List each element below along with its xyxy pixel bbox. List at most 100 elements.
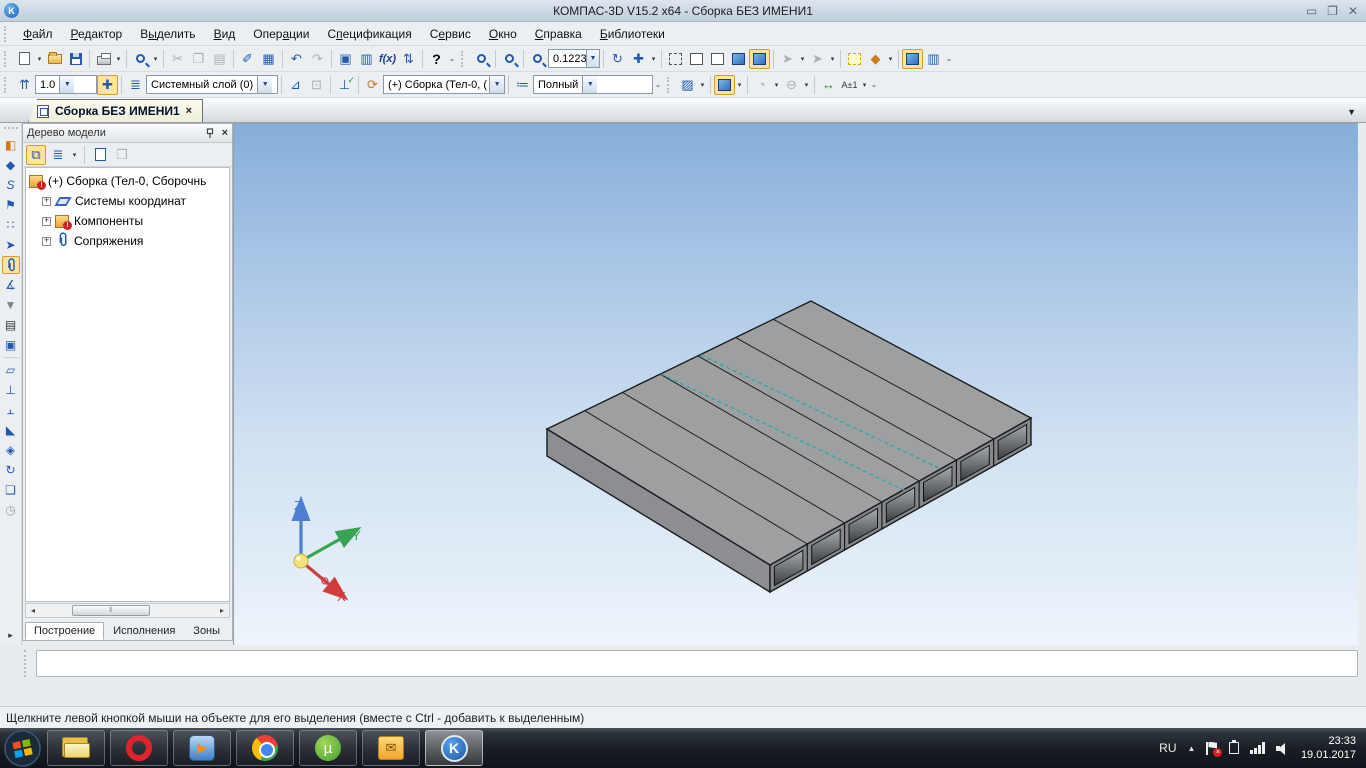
- offset-section-dropdown[interactable]: ▾: [802, 81, 811, 89]
- print-dropdown[interactable]: ▾: [114, 55, 123, 63]
- taskbar-opera-button[interactable]: [110, 730, 168, 766]
- layers-icon[interactable]: ≣: [125, 75, 146, 95]
- scale-dropdown-icon[interactable]: ▼: [585, 50, 599, 67]
- measure-icon[interactable]: ∡: [2, 276, 20, 294]
- hide-in-components-icon[interactable]: ◆: [865, 49, 886, 69]
- power-plug-icon[interactable]: [1229, 740, 1240, 754]
- toolbar-overflow[interactable]: ⌄: [869, 80, 879, 89]
- tree-item-mates[interactable]: Сопряжения: [26, 231, 229, 251]
- hidden-lines-mode-icon[interactable]: [686, 49, 707, 69]
- wireframe-mode-icon[interactable]: [665, 49, 686, 69]
- change-placement-icon[interactable]: ⟳: [362, 75, 383, 95]
- material-dropdown[interactable]: ▾: [698, 81, 707, 89]
- plane-tangent-icon[interactable]: ◈: [2, 441, 20, 459]
- scroll-right-icon[interactable]: ▸: [215, 606, 229, 615]
- menu-service[interactable]: Сервис: [421, 24, 480, 44]
- step-dropdown-icon[interactable]: ▼: [59, 76, 75, 93]
- menu-view[interactable]: Вид: [205, 24, 245, 44]
- save-icon[interactable]: [65, 49, 86, 69]
- mates-paperclip-icon[interactable]: [1, 256, 20, 274]
- menu-select[interactable]: Выделить: [131, 24, 204, 44]
- local-cs-icon[interactable]: ◷: [2, 501, 20, 519]
- close-button[interactable]: ✕: [1348, 5, 1358, 17]
- display-shaded-icon[interactable]: [714, 74, 735, 95]
- print-icon[interactable]: [93, 49, 114, 69]
- pan-icon[interactable]: ✚: [628, 49, 649, 69]
- section-view-dropdown[interactable]: ▾: [772, 81, 781, 89]
- new-document-dropdown[interactable]: ▾: [35, 55, 44, 63]
- display-shaded-dropdown[interactable]: ▾: [735, 81, 744, 89]
- sketch-icon[interactable]: ⊿: [285, 75, 306, 95]
- network-signal-icon[interactable]: [1250, 742, 1265, 754]
- copy-icon[interactable]: ❐: [188, 49, 209, 69]
- detail-level-icon[interactable]: ≔: [512, 75, 533, 95]
- tree-structure-icon[interactable]: ⧉: [26, 144, 46, 165]
- zoom-selection-icon[interactable]: [499, 49, 520, 69]
- pan-dropdown[interactable]: ▾: [649, 55, 658, 63]
- zoom-frame-icon[interactable]: [471, 49, 492, 69]
- document-tab[interactable]: Сборка БЕЗ ИМЕНИ1 ×: [28, 99, 204, 122]
- snap-toggle-icon[interactable]: ✚: [97, 74, 118, 95]
- zoom-in-out-icon[interactable]: [527, 49, 548, 69]
- language-indicator[interactable]: RU: [1159, 741, 1176, 755]
- cube-on-plane-icon[interactable]: ❏: [2, 481, 20, 499]
- material-icon[interactable]: ▨: [677, 75, 698, 95]
- plane-angle-icon[interactable]: ◣: [2, 421, 20, 439]
- axes-toggle-icon[interactable]: [334, 75, 355, 95]
- new-document-icon[interactable]: [14, 49, 35, 69]
- tolerance-icon[interactable]: А±1: [839, 75, 860, 95]
- spline-icon[interactable]: S: [2, 176, 20, 194]
- layer-dropdown-icon[interactable]: ▼: [257, 76, 273, 93]
- panel-close-icon[interactable]: ×: [222, 127, 228, 139]
- toolbar-overflow[interactable]: ⌄: [447, 54, 457, 63]
- scrollbar-thumb[interactable]: ⫴: [71, 605, 151, 616]
- shaded-mode-icon[interactable]: [728, 49, 749, 69]
- step-combobox[interactable]: 1.0 ▼: [35, 75, 97, 94]
- open-icon[interactable]: [44, 49, 65, 69]
- expand-icon[interactable]: [42, 215, 51, 226]
- taskbar-chrome-button[interactable]: [236, 730, 294, 766]
- taskbar-utorrent-button[interactable]: µ: [299, 730, 357, 766]
- pin-icon[interactable]: [205, 127, 215, 139]
- edit-component-icon[interactable]: ◧: [2, 136, 20, 154]
- whatis-help-icon[interactable]: ?: [426, 49, 447, 69]
- menu-libraries[interactable]: Библиотеки: [591, 24, 674, 44]
- pin-component-icon[interactable]: ⚑: [2, 196, 20, 214]
- plane-parallel-icon[interactable]: ▱: [2, 361, 20, 379]
- model-tree-header[interactable]: Дерево модели ×: [23, 124, 232, 143]
- menu-window[interactable]: Окно: [480, 24, 526, 44]
- filter-icon[interactable]: ▼: [2, 296, 20, 314]
- expand-icon[interactable]: [42, 195, 51, 206]
- taskbar-explorer-button[interactable]: [47, 730, 105, 766]
- window-list-dropdown-icon[interactable]: ▼: [1347, 107, 1356, 117]
- menu-edit[interactable]: Редактор: [62, 24, 132, 44]
- print-preview-icon[interactable]: [130, 49, 151, 69]
- show-document-icon[interactable]: ▣: [335, 49, 356, 69]
- renumber-icon[interactable]: ⇅: [398, 49, 419, 69]
- report-icon[interactable]: ▤: [2, 316, 20, 334]
- shaded-edges-mode-icon[interactable]: [749, 48, 770, 69]
- expand-icon[interactable]: [42, 235, 51, 246]
- quick-plane-dropdown[interactable]: ▾: [828, 55, 837, 63]
- copy-properties-icon[interactable]: ✐: [237, 49, 258, 69]
- redo-icon[interactable]: ↷: [307, 49, 328, 69]
- clock[interactable]: 23:33 19.01.2017: [1301, 734, 1356, 762]
- relations-icon[interactable]: ❐: [112, 145, 132, 165]
- model-tree-toggle-icon[interactable]: ▥: [923, 49, 944, 69]
- menu-file[interactable]: Файл: [14, 24, 62, 44]
- toolbar-overflow[interactable]: ⌄: [653, 80, 663, 89]
- quick-plane-icon[interactable]: ➤: [807, 49, 828, 69]
- collections-icon[interactable]: ◆: [2, 156, 20, 174]
- tab-construction[interactable]: Построение: [25, 622, 105, 640]
- hide-objects-icon[interactable]: [844, 49, 865, 69]
- offset-section-icon[interactable]: ⊖: [781, 75, 802, 95]
- convert-icon[interactable]: ⊡: [306, 75, 327, 95]
- tray-expand-icon[interactable]: ▲: [1188, 744, 1196, 753]
- toolbar-overflow[interactable]: ⌄: [944, 54, 954, 63]
- taskbar-outlook-button[interactable]: ✉: [362, 730, 420, 766]
- tree-composition-dropdown[interactable]: ▾: [70, 151, 79, 159]
- scroll-left-icon[interactable]: ◂: [26, 606, 40, 615]
- tab-zones[interactable]: Зоны: [184, 622, 229, 640]
- scale-combobox[interactable]: 0.1223 ▼: [548, 49, 600, 68]
- section-view-icon[interactable]: ◔: [751, 75, 772, 95]
